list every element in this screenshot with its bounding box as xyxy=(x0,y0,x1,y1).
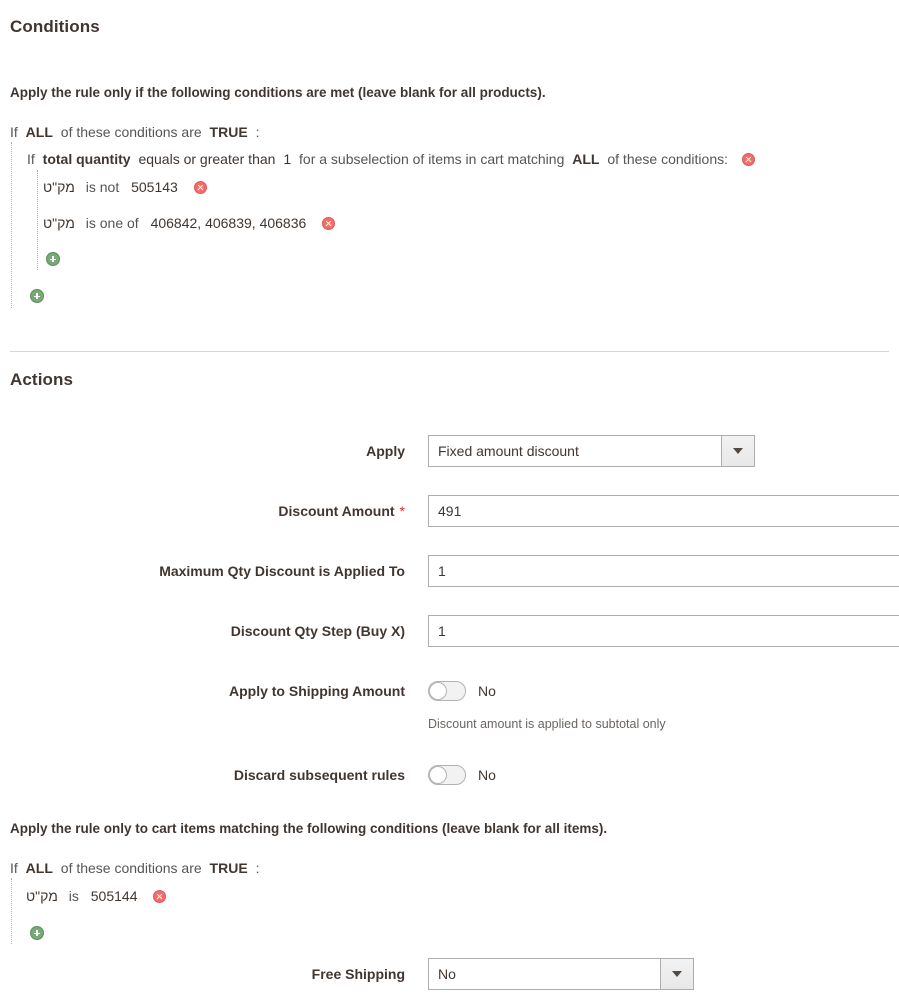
required-marker: * xyxy=(400,503,405,519)
discard-rules-state: No xyxy=(478,767,496,783)
conditions-subselection-line: If total quantity equals or greater than… xyxy=(27,152,755,166)
condition-operator[interactable]: is one of xyxy=(86,215,139,231)
subselection-if: If xyxy=(27,151,35,167)
condition-value[interactable]: 406842, 406839, 406836 xyxy=(151,215,307,231)
cart-condition-operator[interactable]: is xyxy=(69,888,79,904)
free-shipping-value: No xyxy=(429,959,660,989)
conditions-guide-level1 xyxy=(11,142,13,308)
section-divider xyxy=(10,351,889,352)
max-qty-label: Maximum Qty Discount is Applied To xyxy=(100,563,405,579)
apply-select-value: Fixed amount discount xyxy=(429,436,721,466)
conditions-guide-level2 xyxy=(37,170,39,270)
cart-conditions-root-mid: of these conditions are xyxy=(61,860,202,876)
qty-step-input[interactable]: 1 xyxy=(428,615,899,647)
cart-condition-attribute[interactable]: מק"ט xyxy=(26,888,58,904)
conditions-section-title: Conditions xyxy=(10,17,100,37)
condition-attribute[interactable]: מק"ט xyxy=(43,215,75,231)
apply-shipping-note: Discount amount is applied to subtotal o… xyxy=(428,717,666,731)
add-condition-button-outer[interactable] xyxy=(30,289,44,306)
add-cart-condition-button[interactable] xyxy=(30,926,44,943)
cart-conditions-root-if: If xyxy=(10,860,18,876)
condition-attribute[interactable]: מק"ט xyxy=(43,179,75,195)
subselection-attribute[interactable]: total quantity xyxy=(43,151,131,167)
apply-select[interactable]: Fixed amount discount xyxy=(428,435,755,467)
conditions-root-aggregator[interactable]: ALL xyxy=(26,124,53,140)
apply-shipping-toggle[interactable] xyxy=(428,681,466,701)
actions-section-title: Actions xyxy=(10,370,73,390)
cart-conditions-root-line: If ALL of these conditions are TRUE : xyxy=(10,861,263,875)
remove-icon[interactable] xyxy=(153,890,166,903)
condition-value[interactable]: 505143 xyxy=(131,179,178,195)
subselection-mid: for a subselection of items in cart matc… xyxy=(299,151,564,167)
discount-amount-label-text: Discount Amount xyxy=(278,503,394,519)
cart-condition-value[interactable]: 505144 xyxy=(91,888,138,904)
discard-rules-label: Discard subsequent rules xyxy=(100,767,405,783)
condition-row: מק"ט is one of 406842, 406839, 406836 xyxy=(43,216,335,230)
cart-condition-row: מק"ט is 505144 xyxy=(26,889,166,903)
cart-conditions-guide xyxy=(11,878,13,944)
add-icon[interactable] xyxy=(30,289,44,303)
remove-icon[interactable] xyxy=(742,153,755,166)
apply-shipping-label: Apply to Shipping Amount xyxy=(100,683,405,699)
conditions-note: Apply the rule only if the following con… xyxy=(10,85,546,100)
apply-shipping-toggle-row: No xyxy=(428,681,496,701)
subselection-operator[interactable]: equals or greater than xyxy=(138,151,275,167)
cart-conditions-root-value[interactable]: TRUE xyxy=(210,860,248,876)
cart-items-note: Apply the rule only to cart items matchi… xyxy=(10,821,607,836)
remove-icon[interactable] xyxy=(194,181,207,194)
conditions-root-line: If ALL of these conditions are TRUE : xyxy=(10,125,263,139)
apply-shipping-state: No xyxy=(478,683,496,699)
rule-edit-page: Conditions Apply the rule only if the fo… xyxy=(0,0,899,998)
add-condition-button-inner[interactable] xyxy=(46,252,60,269)
discard-rules-toggle[interactable] xyxy=(428,765,466,785)
subselection-tail: of these conditions: xyxy=(607,151,728,167)
add-icon[interactable] xyxy=(46,252,60,266)
cart-conditions-root-colon: : xyxy=(256,860,260,876)
condition-operator[interactable]: is not xyxy=(86,179,119,195)
discard-rules-toggle-row: No xyxy=(428,765,496,785)
free-shipping-select[interactable]: No xyxy=(428,958,694,990)
remove-icon[interactable] xyxy=(322,217,335,230)
conditions-root-value[interactable]: TRUE xyxy=(210,124,248,140)
add-icon[interactable] xyxy=(30,926,44,940)
condition-row: מק"ט is not 505143 xyxy=(43,180,207,194)
cart-conditions-root-aggregator[interactable]: ALL xyxy=(26,860,53,876)
conditions-root-colon: : xyxy=(256,124,260,140)
discount-amount-label: Discount Amount * xyxy=(160,503,405,519)
free-shipping-label: Free Shipping xyxy=(160,966,405,982)
toggle-knob xyxy=(429,682,447,700)
chevron-down-icon[interactable] xyxy=(721,436,754,466)
chevron-down-icon[interactable] xyxy=(660,959,693,989)
conditions-root-mid: of these conditions are xyxy=(61,124,202,140)
toggle-knob xyxy=(429,766,447,784)
discount-amount-input[interactable]: 491 xyxy=(428,495,899,527)
max-qty-input[interactable]: 1 xyxy=(428,555,899,587)
subselection-aggregator[interactable]: ALL xyxy=(572,151,599,167)
subselection-value[interactable]: 1 xyxy=(283,151,291,167)
qty-step-label: Discount Qty Step (Buy X) xyxy=(100,623,405,639)
apply-label: Apply xyxy=(160,443,405,459)
conditions-root-if: If xyxy=(10,124,18,140)
